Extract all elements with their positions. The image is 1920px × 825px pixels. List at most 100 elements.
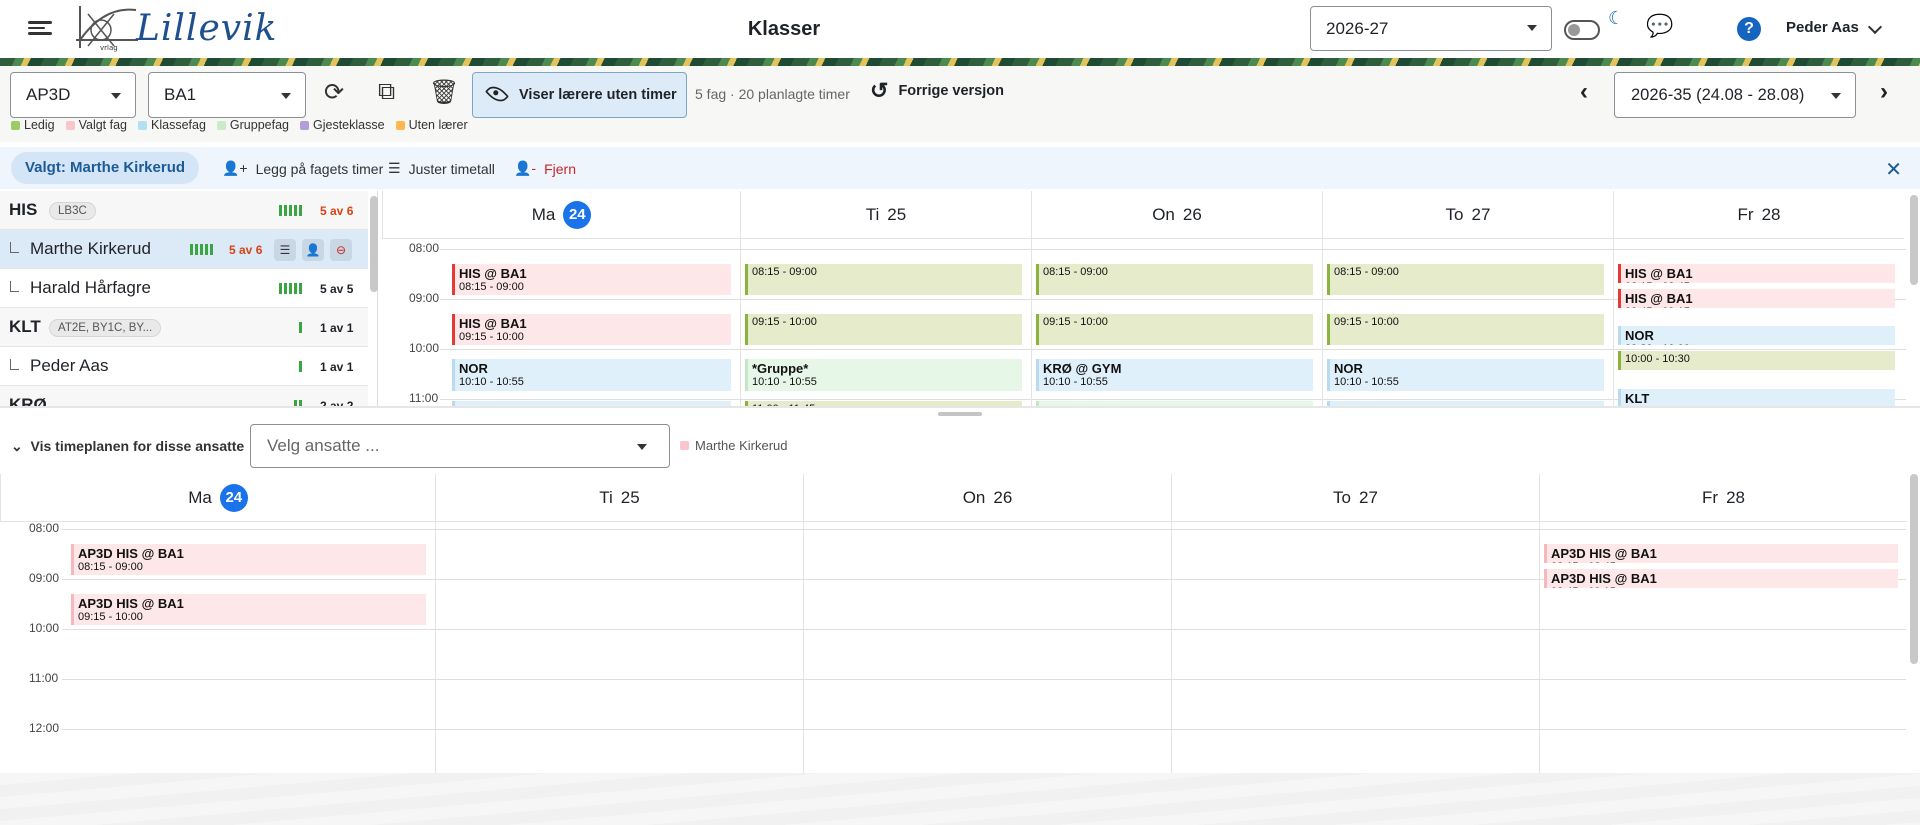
- add-subject-hours-button[interactable]: 👤+ Legg på fagets timer: [222, 160, 383, 177]
- schedule-event[interactable]: AP3D HIS @ BA1 09:15 - 10:00: [71, 593, 426, 625]
- sub-item-arrow-icon: [10, 359, 19, 370]
- hour-line: [440, 249, 1906, 250]
- staff-select[interactable]: Velg ansatte ...: [250, 424, 670, 468]
- schedule-event[interactable]: NOR 10:10 - 10:55: [452, 359, 731, 391]
- trash-icon[interactable]: 🗑: [429, 78, 459, 107]
- day-number: 26: [1182, 204, 1202, 224]
- day-number: 27: [1359, 487, 1378, 507]
- add-person-icon[interactable]: 👤: [302, 239, 324, 261]
- schedule-event[interactable]: HIS @ BA108:45 - 09:15: [1618, 288, 1895, 308]
- hours-bar-segment: [299, 361, 302, 372]
- moon-icon: ☾: [1608, 8, 1625, 28]
- teacher-row[interactable]: Peder Aas 1 av 1: [0, 347, 368, 386]
- day-number: 28: [1726, 487, 1745, 507]
- event-time: 10:00 - 10:30: [1625, 353, 1690, 365]
- schedule-event[interactable]: 09:15 - 10:00: [1036, 313, 1313, 345]
- chevron-down-icon: [1527, 25, 1537, 31]
- adjust-hours-button[interactable]: ☰ Juster timetall: [388, 160, 495, 177]
- week-select[interactable]: 2026-35 (24.08 - 28.08): [1614, 72, 1856, 118]
- schedule-event[interactable]: *Gruppe* 10:10 - 10:55: [745, 359, 1022, 391]
- schedule-event[interactable]: NOR 10:10 - 10:55: [1327, 359, 1604, 391]
- day-name: Ma: [531, 204, 556, 224]
- copy-icon[interactable]: ⧉: [378, 78, 395, 106]
- user-name[interactable]: Peder Aas: [1786, 19, 1859, 36]
- staff-schedule-label: Vis timeplanen for disse ansatte: [30, 438, 245, 454]
- subject-group-row[interactable]: KLT AT2E, BY1C, BY... 1 av 1: [0, 308, 368, 347]
- chevron-down-icon: [111, 93, 121, 99]
- day-number: 28: [1761, 204, 1781, 224]
- resize-handle[interactable]: [938, 412, 982, 416]
- hours-bar-segment: [279, 205, 282, 216]
- previous-version-button[interactable]: ↺ Forrige versjon: [870, 78, 1004, 104]
- event-time: 09:15 - 10:00: [78, 610, 143, 623]
- schedule-event[interactable]: 09:15 - 10:00: [745, 313, 1022, 345]
- event-time: 10:10 - 10:55: [1043, 376, 1108, 389]
- staff-schedule-toggle[interactable]: ⌄ Vis timeplanen for disse ansatte: [11, 438, 244, 455]
- chat-help-icon[interactable]: 💬: [1646, 13, 1673, 39]
- user-menu-chevron-icon[interactable]: [1867, 19, 1883, 35]
- pane-divider: [0, 406, 1920, 408]
- time-label: 11:00: [409, 391, 439, 405]
- schedule-event[interactable]: AP3D HIS @ BA108:15 - 08:45: [1544, 543, 1898, 563]
- hours-bar-segment: [299, 205, 302, 216]
- day-name: To: [1333, 487, 1352, 507]
- schedule-event[interactable]: 08:15 - 09:00: [745, 263, 1022, 295]
- adjust-hours-label: Juster timetall: [408, 160, 495, 177]
- schedule-event[interactable]: KLT10:45 - 11:30: [1618, 388, 1895, 406]
- close-icon[interactable]: ✕: [1885, 157, 1902, 182]
- schedule-event[interactable]: NOR09:30 - 10:00: [1618, 326, 1895, 345]
- refresh-icon[interactable]: ⟳: [324, 78, 344, 107]
- list-scrollbar[interactable]: [370, 196, 378, 292]
- hours-bar-segment: [299, 322, 302, 333]
- day-header: Ma 24: [382, 191, 740, 239]
- schedule-event[interactable]: 08:15 - 09:00: [1327, 263, 1604, 295]
- school-year-select[interactable]: 2026-27: [1310, 6, 1552, 51]
- sliders-icon[interactable]: ☰: [274, 239, 296, 261]
- schedule-event[interactable]: AP3D HIS @ BA108:45 - 09:15: [1544, 568, 1898, 588]
- schedule-event[interactable]: AP3D HIS @ BA1 08:15 - 09:00: [71, 543, 426, 575]
- hours-bar-segment: [294, 205, 297, 216]
- schedule-event[interactable]: 10:00 - 10:30: [1618, 351, 1895, 370]
- add-person-icon: 👤+: [222, 160, 248, 176]
- time-label: 08:00: [409, 241, 440, 255]
- event-title: HIS @ BA1: [1625, 290, 1693, 306]
- hours-bar: [190, 244, 213, 255]
- help-icon[interactable]: ?: [1737, 17, 1761, 41]
- schedule-event[interactable]: HIS @ BA1 08:15 - 09:00: [452, 263, 731, 295]
- selected-teacher-chip[interactable]: Valgt: Marthe Kirkerud: [11, 152, 200, 184]
- schedule-event[interactable]: HIS @ BA1 09:15 - 10:00: [452, 313, 731, 345]
- dark-mode-toggle[interactable]: [1564, 20, 1600, 40]
- next-week-icon[interactable]: ›: [1880, 78, 1888, 106]
- teacher-row[interactable]: Marthe Kirkerud 5 av 6 ☰ 👤 ⊖: [0, 230, 368, 269]
- legend-swatch: [216, 120, 226, 130]
- teacher-row[interactable]: Harald Hårfagre 5 av 5: [0, 269, 368, 308]
- previous-week-icon[interactable]: ‹: [1580, 78, 1588, 106]
- schedule-event[interactable]: HIS @ BA108:15 - 08:45: [1618, 263, 1895, 283]
- calendar-scrollbar[interactable]: [1910, 474, 1918, 664]
- calendar-scrollbar[interactable]: [1910, 195, 1918, 285]
- sliders-icon: ☰: [388, 160, 401, 176]
- schedule-event[interactable]: 08:15 - 09:00: [1036, 263, 1313, 295]
- event-time: 08:15 - 09:00: [752, 265, 817, 278]
- header-banner: [0, 58, 1920, 66]
- show-teachers-without-hours-button[interactable]: Viser lærere uten timer: [472, 72, 687, 118]
- legend-swatch: [138, 120, 148, 130]
- schedule-event[interactable]: 09:15 - 10:00: [1327, 313, 1604, 345]
- event-title: AP3D HIS @ BA1: [78, 595, 184, 611]
- subject-group-row[interactable]: KRØ 2 av 2: [0, 386, 368, 406]
- legend-item: Gruppefag: [216, 118, 289, 132]
- event-title: *Gruppe*: [752, 361, 809, 377]
- subject-group-row[interactable]: HIS LB3C 5 av 6: [0, 191, 368, 230]
- legend-swatch: [300, 120, 309, 130]
- remove-teacher-button[interactable]: 👤- Fjern: [514, 160, 576, 177]
- remove-person-icon[interactable]: ⊖: [330, 239, 352, 261]
- hours-bar-segment: [289, 283, 292, 294]
- day-name: On: [962, 487, 986, 507]
- event-title: NOR: [459, 361, 488, 377]
- schedule-event[interactable]: KRØ @ GYM 10:10 - 10:55: [1036, 359, 1313, 391]
- day-column-separator: [803, 522, 804, 773]
- group-select[interactable]: BA1: [148, 72, 306, 118]
- history-icon: ↺: [870, 78, 889, 103]
- event-time: 09:15 - 10:00: [1334, 315, 1399, 328]
- class-select[interactable]: AP3D: [10, 72, 136, 118]
